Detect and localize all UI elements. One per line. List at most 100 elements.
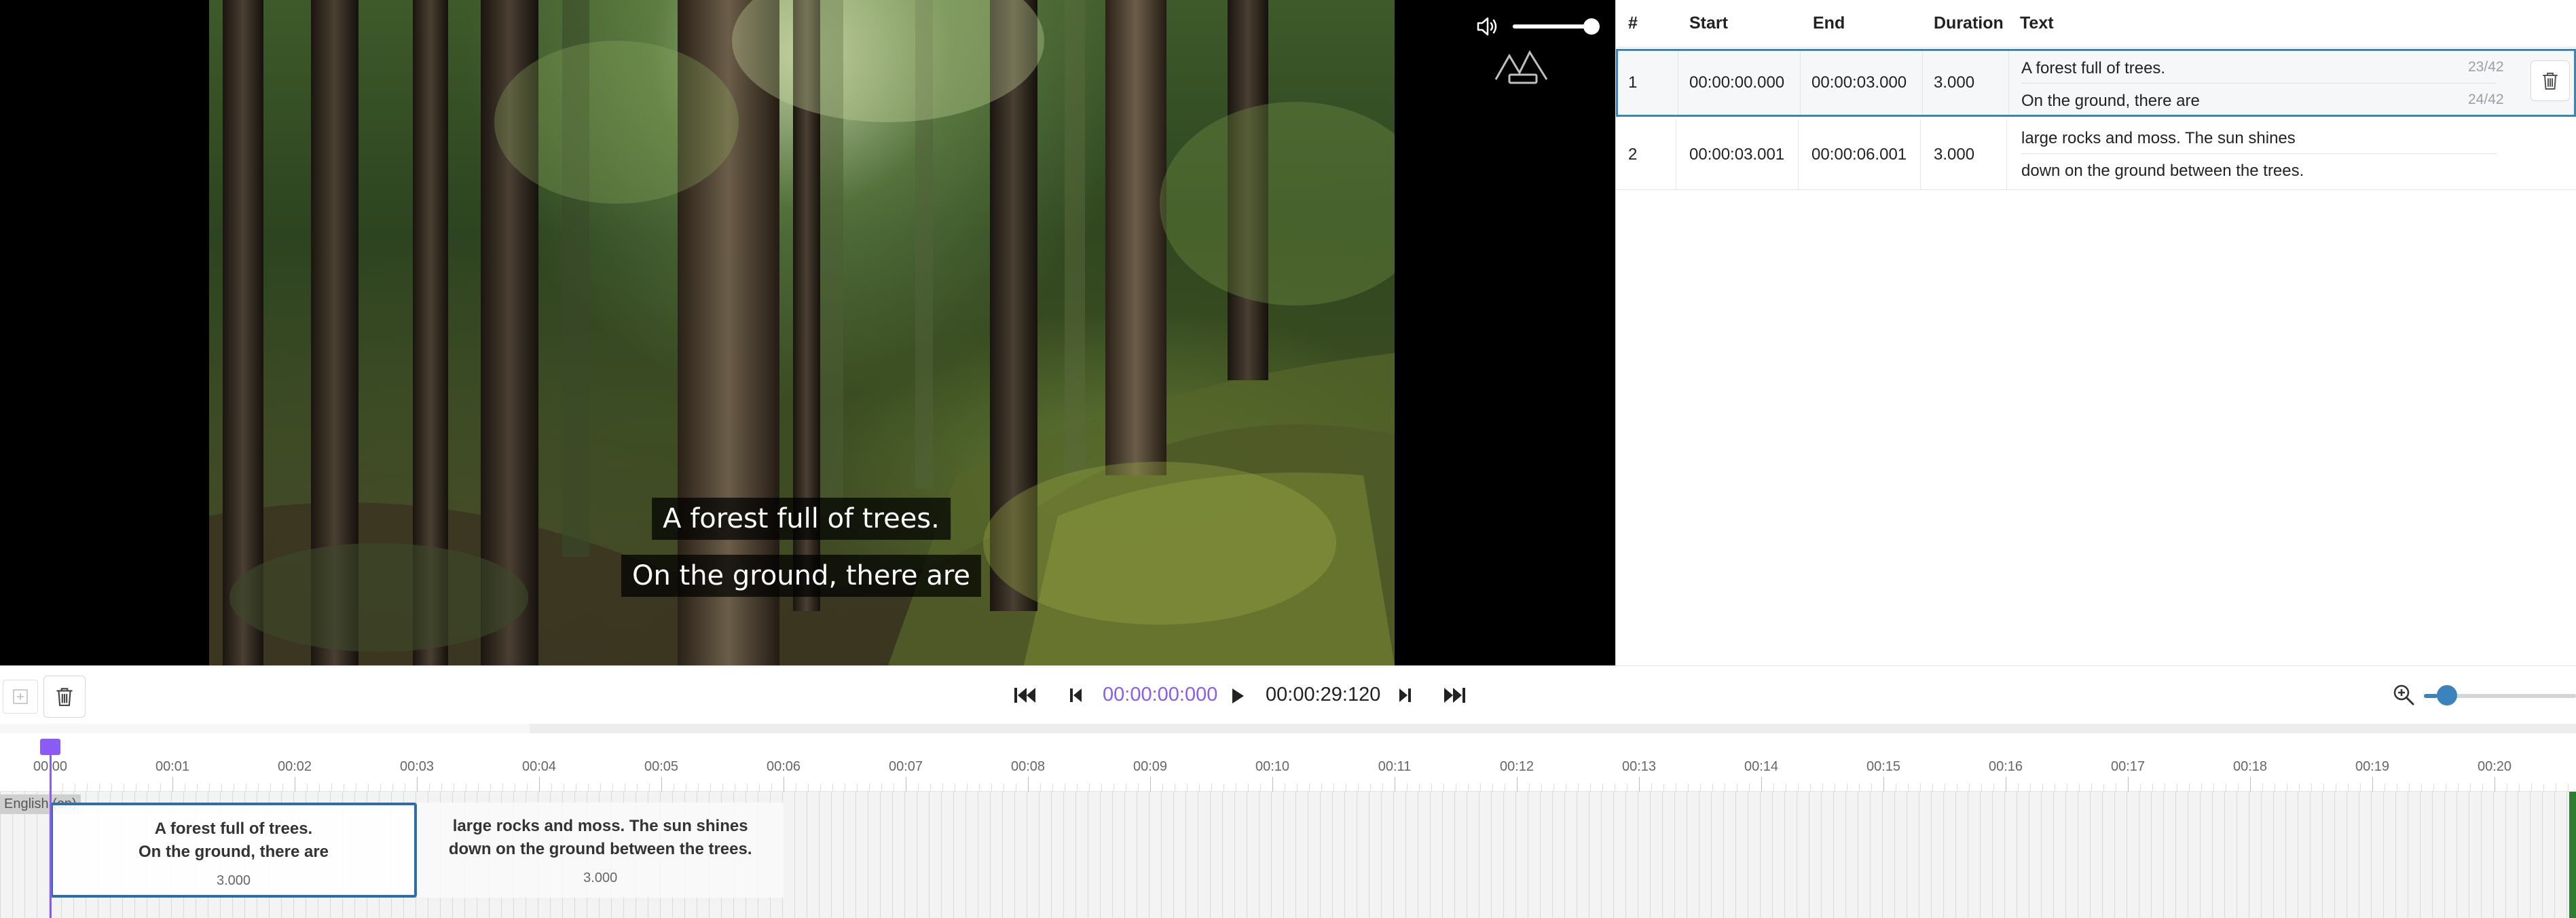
tick-major [417, 777, 418, 792]
tick-minor [869, 784, 870, 792]
tick-minor [1822, 784, 1823, 792]
video-subtitle-line-2: On the ground, there are [621, 555, 982, 597]
tick-minor [2091, 784, 2092, 792]
tick-minor [111, 784, 112, 792]
row-text-line-1[interactable]: large rocks and moss. The sun shines [2021, 129, 2296, 148]
zoom-thumb[interactable] [2436, 685, 2457, 705]
tick-minor [319, 784, 320, 792]
video-player[interactable]: A forest full of trees. On the ground, t… [0, 0, 1615, 665]
tick-minor [1529, 784, 1530, 792]
tick-minor [588, 784, 589, 792]
add-icon [13, 689, 28, 704]
tick-label: 00:14 [1744, 759, 1779, 774]
skip-to-end-icon[interactable] [1442, 685, 1467, 705]
tick-minor [1749, 784, 1750, 792]
tick-minor [2030, 784, 2031, 792]
trash-icon [56, 688, 73, 706]
row-duration[interactable]: 3.000 [1934, 51, 1974, 115]
tick-minor [2238, 784, 2239, 792]
tick-minor [2189, 784, 2190, 792]
tick-minor [527, 784, 528, 792]
tick-minor [2079, 784, 2080, 792]
tick-minor [282, 784, 283, 792]
table-row-2[interactable]: 2 00:00:03.001 00:00:06.001 3.000 large … [1616, 120, 2576, 190]
timeline-scroll-thumb[interactable] [0, 724, 530, 733]
playhead-handle[interactable] [40, 739, 60, 755]
tick-minor [1712, 784, 1713, 792]
tick-minor [2103, 784, 2104, 792]
tick-minor [1663, 784, 1664, 792]
tick-minor [722, 784, 723, 792]
tick-minor [62, 784, 63, 792]
step-back-icon[interactable] [1069, 686, 1084, 704]
tick-minor [600, 784, 601, 792]
tick-minor [2470, 784, 2471, 792]
tick-major [1883, 777, 1884, 792]
row-end-time[interactable]: 00:00:03.000 [1811, 51, 1907, 115]
tick-minor [209, 784, 210, 792]
delete-subtitle-button[interactable] [43, 676, 86, 718]
tick-minor [930, 784, 931, 792]
volume-icon[interactable] [1475, 14, 1501, 39]
table-row-1[interactable]: 1 00:00:00.000 00:00:03.000 3.000 A fore… [1616, 49, 2576, 117]
tick-minor [1419, 784, 1420, 792]
tick-minor [551, 784, 552, 792]
tick-label: 00:09 [1133, 759, 1168, 774]
tick-minor [1358, 784, 1359, 792]
timeline-scrollbar[interactable] [0, 724, 2576, 733]
skip-to-start-icon[interactable] [1013, 685, 1037, 705]
tick-minor [1908, 784, 1909, 792]
timeline[interactable]: 00:0000:0100:0200:0300:0400:0500:0600:07… [0, 724, 2576, 918]
tick-label: 00:06 [766, 759, 801, 774]
tick-label: 00:04 [521, 759, 557, 774]
tick-minor [1309, 784, 1310, 792]
tick-major [2128, 777, 2129, 792]
row-end-time[interactable]: 00:00:06.001 [1811, 120, 1907, 189]
tick-minor [307, 784, 308, 792]
volume-slider[interactable] [1513, 18, 1600, 35]
timeline-subtitle-block-2[interactable]: large rocks and moss. The sun shines dow… [417, 803, 784, 898]
tick-label: 00:17 [2110, 759, 2146, 774]
tick-minor [1443, 784, 1444, 792]
tick-label: 00:19 [2355, 759, 2390, 774]
row-text-line-2[interactable]: down on the ground between the trees. [2021, 162, 2304, 181]
tick-minor [942, 784, 943, 792]
tick-minor [1810, 784, 1811, 792]
tick-minor [832, 784, 833, 792]
current-time: 00:00:00:000 [1103, 684, 1218, 705]
row-delete-button[interactable] [2531, 60, 2570, 101]
volume-thumb[interactable] [1583, 18, 1600, 35]
tick-minor [2311, 784, 2312, 792]
block-text-line-2: down on the ground between the trees. [448, 840, 752, 858]
timeline-subtitle-block-1[interactable]: A forest full of trees. On the ground, t… [50, 803, 417, 898]
zoom-slider[interactable] [2424, 685, 2576, 705]
time-ruler[interactable]: 00:0000:0100:0200:0300:0400:0500:0600:07… [0, 733, 2576, 792]
tick-label: 00:03 [399, 759, 435, 774]
tick-minor [857, 784, 858, 792]
tick-minor [2568, 784, 2569, 792]
tick-label: 00:16 [1988, 759, 2023, 774]
row-start-time[interactable]: 00:00:03.001 [1689, 120, 1784, 189]
tick-minor [1651, 784, 1652, 792]
subtitle-table: # Start End Duration Text 1 00:00:00.000… [1615, 0, 2576, 665]
tick-label: 00:01 [155, 759, 190, 774]
play-icon[interactable] [1230, 687, 1245, 705]
zoom-in-icon[interactable] [2391, 682, 2416, 707]
row-text-line-1[interactable]: A forest full of trees. [2021, 59, 2165, 78]
row-start-time[interactable]: 00:00:00.000 [1689, 51, 1784, 115]
tick-minor [991, 784, 992, 792]
tick-minor [1333, 784, 1334, 792]
tick-minor [1370, 784, 1371, 792]
tick-minor [2152, 784, 2153, 792]
tick-minor [1223, 784, 1224, 792]
row-text-line-2[interactable]: On the ground, there are [2021, 92, 2200, 111]
add-subtitle-button[interactable] [3, 680, 38, 714]
tick-minor [331, 784, 332, 792]
row-duration[interactable]: 3.000 [1934, 120, 1974, 189]
tick-minor [258, 784, 259, 792]
step-forward-icon[interactable] [1397, 686, 1412, 704]
tick-minor [881, 784, 882, 792]
tick-minor [502, 784, 503, 792]
tick-minor [1040, 784, 1041, 792]
tick-minor [1052, 784, 1053, 792]
